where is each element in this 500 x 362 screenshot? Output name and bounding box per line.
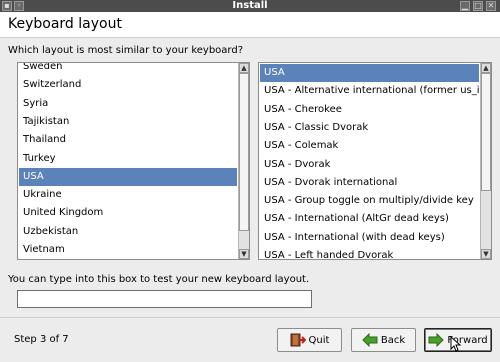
country-list-item[interactable]: Uzbekistan <box>19 223 237 241</box>
variant-list-item[interactable]: USA - Group toggle on multiply/divide ke… <box>260 192 479 210</box>
country-list[interactable]: Sweden Switzerland Syria Tajikistan Thailand… <box>17 62 250 260</box>
forward-arrow-icon <box>428 333 445 347</box>
quit-button[interactable]: Quit <box>277 328 342 352</box>
maximize-icon[interactable]: □ <box>473 1 483 11</box>
variant-list-scrollbar[interactable]: ▲ ▼ <box>480 63 491 259</box>
country-list-scrollbar[interactable]: ▲ ▼ <box>238 63 249 259</box>
back-arrow-icon <box>362 333 378 347</box>
window-titlebar: ▪ ◦ Install ▁ □ ✕ <box>0 0 500 12</box>
variant-list-item[interactable]: USA - Cherokee <box>260 101 479 119</box>
country-list-item[interactable]: USA <box>19 167 237 186</box>
variant-list-item[interactable]: USA - Classic Dvorak <box>260 119 479 137</box>
quit-label: Quit <box>308 334 330 346</box>
back-label: Back <box>380 334 406 346</box>
scroll-down-icon[interactable]: ▼ <box>239 249 249 259</box>
window-title: Install <box>232 0 268 11</box>
country-list-item[interactable]: Tajikistan <box>19 113 237 131</box>
back-button[interactable]: Back <box>351 328 416 352</box>
country-list-item[interactable]: United Kingdom <box>19 204 237 222</box>
footer-divider <box>0 317 500 318</box>
test-box-label: You can type into this box to test your … <box>8 274 310 285</box>
keyboard-test-input[interactable] <box>17 290 312 308</box>
scroll-up-icon[interactable]: ▲ <box>239 63 249 73</box>
variant-list-rows: USA USA - Alternative international (form… <box>259 63 480 259</box>
country-list-item[interactable]: Vietnam <box>19 241 237 259</box>
country-list-item[interactable]: Syria <box>19 95 237 113</box>
country-list-item[interactable]: Switzerland <box>19 76 237 94</box>
step-indicator: Step 3 of 7 <box>14 334 69 345</box>
variant-list-item[interactable]: USA <box>260 64 479 82</box>
country-list-item[interactable]: Sweden <box>19 63 237 76</box>
country-list-rows: Sweden Switzerland Syria Tajikistan Thailand… <box>18 63 238 259</box>
scrollbar-thumb[interactable] <box>239 73 249 231</box>
variant-list-item[interactable]: USA - Colemak <box>260 137 479 155</box>
variant-list-item[interactable]: USA - International (with dead keys) <box>260 229 479 247</box>
scroll-up-icon[interactable]: ▲ <box>481 63 491 73</box>
country-list-item[interactable]: Turkey <box>19 150 237 168</box>
variant-list[interactable]: USA USA - Alternative international (form… <box>258 62 492 260</box>
page-header: Keyboard layout <box>0 12 500 38</box>
minimize-icon[interactable]: ▁ <box>460 1 470 11</box>
quit-icon <box>290 333 306 347</box>
close-icon[interactable]: ✕ <box>486 1 496 11</box>
variant-list-item[interactable]: USA - Dvorak international <box>260 174 479 192</box>
variant-list-item[interactable]: USA - Dvorak <box>260 156 479 174</box>
page-title: Keyboard layout <box>8 16 122 32</box>
mouse-pointer-icon <box>450 336 462 352</box>
layout-question: Which layout is most similar to your key… <box>8 45 244 56</box>
variant-list-item[interactable]: USA - Alternative international (former … <box>260 82 480 100</box>
scrollbar-thumb[interactable] <box>481 73 491 191</box>
country-list-item[interactable]: Ukraine <box>19 186 237 204</box>
variant-list-item[interactable]: USA - Left handed Dvorak <box>260 247 479 259</box>
scroll-down-icon[interactable]: ▼ <box>481 249 491 259</box>
variant-list-item[interactable]: USA - International (AltGr dead keys) <box>260 210 479 228</box>
country-list-item[interactable]: Thailand <box>19 131 237 149</box>
